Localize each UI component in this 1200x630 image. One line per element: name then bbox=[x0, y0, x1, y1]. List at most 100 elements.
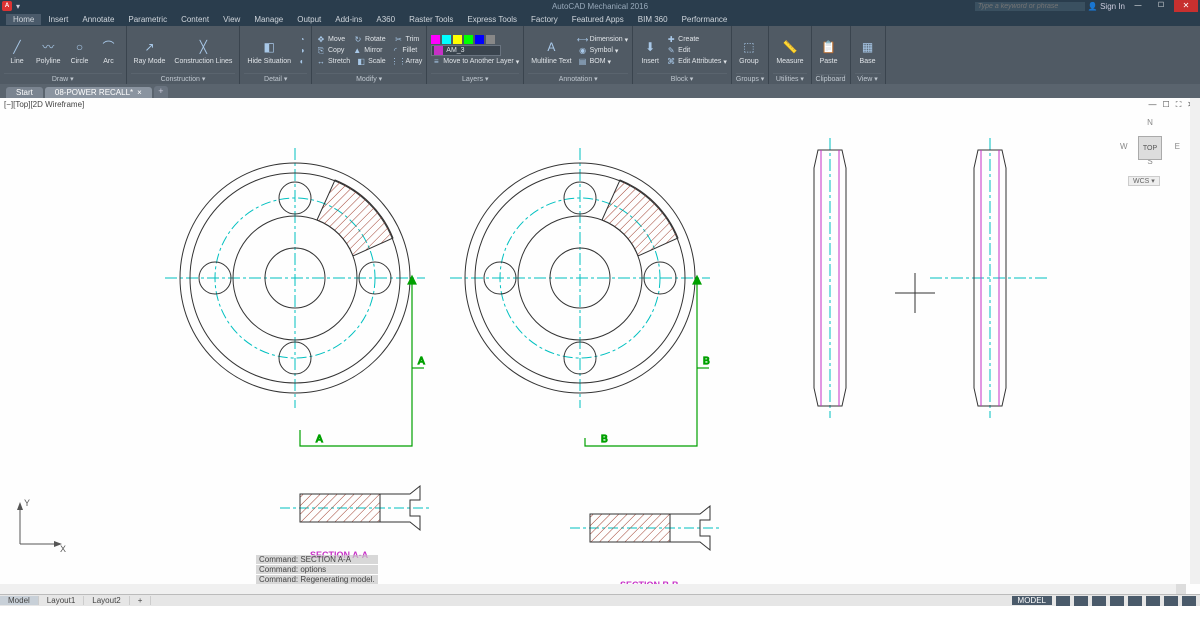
mtext-button[interactable]: AMultiline Text bbox=[528, 36, 574, 66]
scale-button[interactable]: Scale bbox=[368, 58, 386, 65]
tab-performance[interactable]: Performance bbox=[675, 14, 735, 25]
tab-raster[interactable]: Raster Tools bbox=[402, 14, 460, 25]
tab-layout1[interactable]: Layout1 bbox=[39, 596, 84, 605]
tab-layout2[interactable]: Layout2 bbox=[84, 596, 129, 605]
tab-featured[interactable]: Featured Apps bbox=[565, 14, 631, 25]
close-tab-icon[interactable]: × bbox=[137, 88, 142, 97]
tab-home[interactable]: Home bbox=[6, 14, 41, 25]
cad-drawing: A A B B bbox=[0, 98, 1200, 606]
maximize-button[interactable]: ☐ bbox=[1151, 0, 1171, 12]
tab-manage[interactable]: Manage bbox=[247, 14, 290, 25]
move-icon: ✥ bbox=[316, 35, 326, 45]
panel-title[interactable]: Groups ▾ bbox=[736, 73, 764, 83]
scrollbar-vertical[interactable] bbox=[1190, 98, 1200, 584]
detail-row[interactable]: ◔ bbox=[297, 35, 307, 45]
group-button[interactable]: ⬚Group bbox=[736, 36, 762, 66]
color-swatch[interactable] bbox=[486, 35, 495, 44]
tab-bim360[interactable]: BIM 360 bbox=[631, 14, 675, 25]
line-button[interactable]: ╱Line bbox=[4, 36, 30, 66]
panel-title[interactable]: Construction ▾ bbox=[131, 73, 236, 83]
panel-view: ▦Base View ▾ bbox=[851, 26, 886, 84]
status-icon[interactable] bbox=[1164, 596, 1178, 606]
array-button[interactable]: Array bbox=[406, 58, 423, 65]
rotate-button[interactable]: Rotate bbox=[365, 36, 386, 43]
fillet-icon: ◜ bbox=[390, 46, 400, 56]
symbol-button[interactable]: Symbol bbox=[590, 47, 613, 54]
construction-lines-button[interactable]: ╳Construction Lines bbox=[171, 36, 235, 66]
tab-parametric[interactable]: Parametric bbox=[121, 14, 174, 25]
panel-title[interactable]: Modify ▾ bbox=[316, 73, 422, 83]
panel-detail: ◧Hide Situation ◔ ◑ ◐ Detail ▾ bbox=[240, 26, 312, 84]
mirror-button[interactable]: Mirror bbox=[364, 47, 382, 54]
color-swatch[interactable] bbox=[475, 35, 484, 44]
hide-situation-button[interactable]: ◧Hide Situation bbox=[244, 36, 294, 66]
edit-attr-button[interactable]: Edit Attributes bbox=[678, 58, 721, 65]
minimize-button[interactable]: — bbox=[1128, 0, 1148, 12]
color-swatch[interactable] bbox=[431, 35, 440, 44]
color-swatch[interactable] bbox=[453, 35, 462, 44]
qat-icon[interactable]: ▾ bbox=[16, 2, 20, 11]
fillet-button[interactable]: Fillet bbox=[402, 47, 417, 54]
status-icon[interactable] bbox=[1056, 596, 1070, 606]
panel-title[interactable]: Layers ▾ bbox=[431, 73, 519, 83]
tab-insert[interactable]: Insert bbox=[41, 14, 75, 25]
panel-title[interactable]: Clipboard bbox=[816, 74, 846, 83]
tab-model[interactable]: Model bbox=[0, 596, 39, 605]
status-icon[interactable] bbox=[1128, 596, 1142, 606]
panel-title[interactable]: View ▾ bbox=[855, 73, 881, 83]
tab-express[interactable]: Express Tools bbox=[460, 14, 524, 25]
status-icon[interactable] bbox=[1074, 596, 1088, 606]
ray-mode-button[interactable]: ↗Ray Mode bbox=[131, 36, 169, 66]
trim-button[interactable]: Trim bbox=[406, 36, 420, 43]
tab-content[interactable]: Content bbox=[174, 14, 216, 25]
tab-output[interactable]: Output bbox=[290, 14, 328, 25]
svg-text:A: A bbox=[316, 434, 323, 445]
circle-button[interactable]: ○Circle bbox=[67, 36, 93, 66]
panel-title[interactable]: Draw ▾ bbox=[4, 73, 122, 83]
color-swatch[interactable] bbox=[464, 35, 473, 44]
model-badge[interactable]: MODEL bbox=[1012, 596, 1052, 605]
tab-annotate[interactable]: Annotate bbox=[75, 14, 121, 25]
bom-button[interactable]: BOM bbox=[590, 58, 606, 65]
doc-tab-start[interactable]: Start bbox=[6, 87, 43, 98]
tab-a360[interactable]: A360 bbox=[369, 14, 402, 25]
stretch-button[interactable]: Stretch bbox=[328, 58, 350, 65]
tab-addins[interactable]: Add-ins bbox=[328, 14, 369, 25]
color-swatch[interactable] bbox=[442, 35, 451, 44]
layer-dropdown[interactable]: AM_3 bbox=[431, 45, 501, 56]
sign-in-link[interactable]: 👤 Sign In bbox=[1088, 2, 1125, 11]
arc-button[interactable]: ⌒Arc bbox=[96, 36, 122, 66]
status-icon[interactable] bbox=[1110, 596, 1124, 606]
base-icon: ▦ bbox=[858, 37, 878, 57]
measure-button[interactable]: 📏Measure bbox=[773, 36, 806, 66]
doc-tab-file[interactable]: 08-POWER RECALL*× bbox=[45, 87, 152, 98]
help-search-input[interactable] bbox=[975, 2, 1085, 11]
panel-title[interactable]: Detail ▾ bbox=[244, 73, 307, 83]
insert-block-button[interactable]: ⬇Insert bbox=[637, 36, 663, 66]
new-tab-button[interactable]: + bbox=[154, 86, 168, 98]
paste-button[interactable]: 📋Paste bbox=[816, 36, 842, 66]
drawing-canvas[interactable]: [−][Top][2D Wireframe] —☐⛶✕ N S E W TOP … bbox=[0, 98, 1200, 606]
polyline-button[interactable]: 〰Polyline bbox=[33, 36, 64, 66]
move-layer-button[interactable]: Move to Another Layer bbox=[443, 58, 513, 65]
edit-block-button[interactable]: Edit bbox=[678, 47, 690, 54]
scrollbar-horizontal[interactable] bbox=[0, 584, 1186, 594]
base-button[interactable]: ▦Base bbox=[855, 36, 881, 66]
move-button[interactable]: Move bbox=[328, 36, 345, 43]
detail-row[interactable]: ◐ bbox=[297, 57, 307, 67]
document-tabs: Start 08-POWER RECALL*× + bbox=[0, 84, 1200, 98]
status-icon[interactable] bbox=[1092, 596, 1106, 606]
panel-title[interactable]: Block ▾ bbox=[637, 73, 727, 83]
create-block-button[interactable]: Create bbox=[678, 36, 699, 43]
panel-title[interactable]: Annotation ▾ bbox=[528, 73, 628, 83]
tab-factory[interactable]: Factory bbox=[524, 14, 565, 25]
close-button[interactable]: ✕ bbox=[1174, 0, 1198, 12]
panel-title[interactable]: Utilities ▾ bbox=[773, 73, 806, 83]
status-icon[interactable] bbox=[1182, 596, 1196, 606]
status-icon[interactable] bbox=[1146, 596, 1160, 606]
dimension-button[interactable]: Dimension bbox=[590, 36, 623, 43]
tab-view[interactable]: View bbox=[216, 14, 247, 25]
copy-button[interactable]: Copy bbox=[328, 47, 344, 54]
add-layout-button[interactable]: + bbox=[130, 596, 152, 605]
detail-row[interactable]: ◑ bbox=[297, 46, 307, 56]
